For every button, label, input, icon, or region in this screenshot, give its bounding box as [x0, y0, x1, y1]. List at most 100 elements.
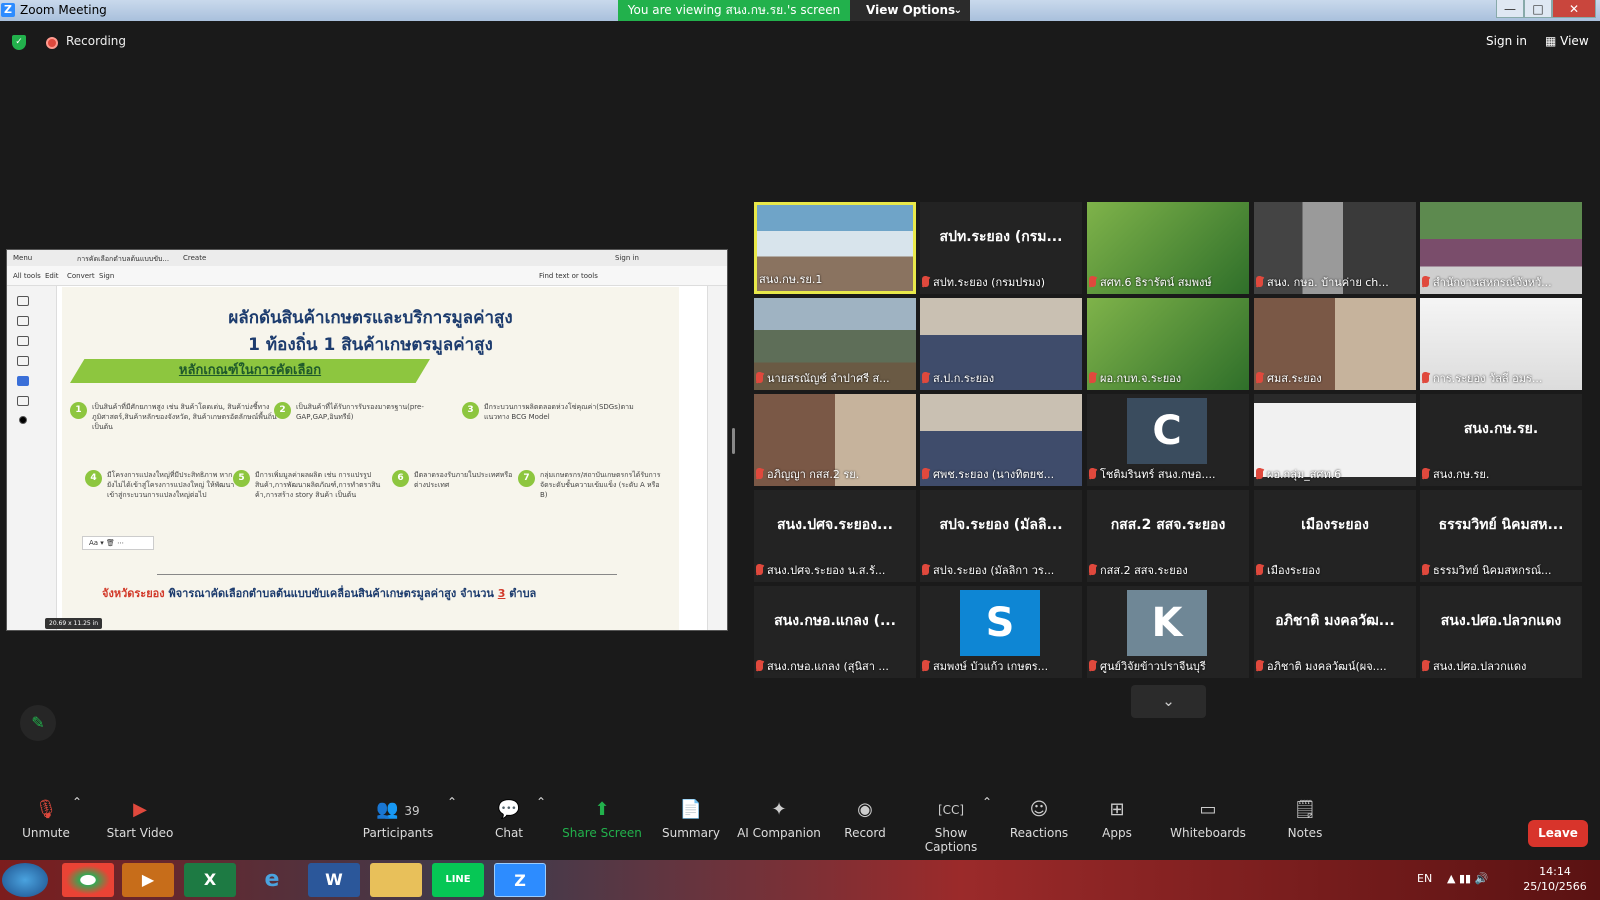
leave-button[interactable]: Leave — [1528, 820, 1588, 847]
chevron-down-icon[interactable]: ⌄ — [1131, 685, 1206, 718]
share-screen-label: Share Screen — [562, 826, 642, 840]
view-options-label: View Options — [866, 3, 956, 17]
mic-muted-icon — [922, 372, 929, 383]
ai-companion-button[interactable]: ✦ AI Companion — [736, 795, 822, 855]
participant-tile[interactable]: สนง.ปศอ.ปลวกแดง สนง.ปศอ.ปลวกแดง — [1420, 586, 1582, 678]
reactions-button[interactable]: ☺ Reactions — [1008, 795, 1070, 855]
summary-button[interactable]: 📄 Summary — [660, 795, 722, 855]
participant-tile[interactable]: อภิญญา กสส.2 รย. — [754, 394, 916, 486]
criteria-item: 7 กลุ่มเกษตรกร/สถาบันเกษตรกรได้รับการจัดร… — [518, 470, 665, 500]
participant-tile[interactable]: C โชติมรินทร์ สนง.กษอ.... — [1087, 394, 1249, 486]
clock[interactable]: 14:14 25/10/2566 — [1520, 864, 1590, 894]
mic-muted-icon — [1256, 276, 1263, 287]
chat-button[interactable]: 💬 Chat — [487, 795, 531, 855]
participant-tile[interactable]: ผอ.กบท.จ.ระยอง — [1087, 298, 1249, 390]
criteria-text: มีโครงการแปลงใหญ่ที่มีประสิทธิภาพ หากยัง… — [107, 471, 235, 499]
participant-tile[interactable]: สนง.กษอ.แกลง (... สนง.กษอ.แกลง (สุนิสา ..… — [754, 586, 916, 678]
apps-button[interactable]: ⊞ Apps — [1092, 795, 1142, 855]
maximize-button[interactable]: □ — [1524, 0, 1552, 18]
mic-muted-icon — [1089, 276, 1096, 287]
participant-display-name: กสส.2 สสจ.ระยอง — [1110, 517, 1226, 533]
participant-tile[interactable]: เมืองระยอง เมืองระยอง — [1254, 490, 1416, 582]
criteria-number: 2 — [274, 402, 291, 419]
avatar: S — [960, 590, 1040, 656]
participant-tile[interactable]: ส.ป.ก.ระยอง — [920, 298, 1082, 390]
chevron-up-icon[interactable]: ⌃ — [447, 795, 457, 809]
internet-explorer-icon[interactable]: e — [246, 863, 298, 897]
pdf-find: Find text or tools — [539, 272, 598, 280]
participant-tile[interactable]: สปจ.ระยอง (มัลลิ... สปจ.ระยอง (มัลลิกา วร… — [920, 490, 1082, 582]
participant-display-name: สปจ.ระยอง (มัลลิ... — [939, 517, 1063, 533]
participants-button[interactable]: 👥 39 Participants — [358, 795, 438, 855]
view-button[interactable]: ▦ View — [1545, 34, 1589, 48]
participant-tile[interactable]: สำนักงานสหกรณ์จังหวั... — [1420, 202, 1582, 294]
sign-in-link[interactable]: Sign in — [1486, 34, 1527, 48]
pdf-signin: Sign in — [615, 254, 639, 262]
participant-tile[interactable]: กสส.2 สสจ.ระยอง กสส.2 สสจ.ระยอง — [1087, 490, 1249, 582]
participant-tile[interactable]: ธรรมวิทย์ นิคมสห... ธรรมวิทย์ นิคมสหกรณ์.… — [1420, 490, 1582, 582]
chrome-icon[interactable] — [62, 863, 114, 897]
word-icon[interactable]: W — [308, 863, 360, 897]
mini-toolbar-text: Aa — [89, 539, 99, 547]
pdf-tab: การคัดเลือกตำบลต้นแบบขับ... — [77, 255, 170, 263]
chevron-up-icon[interactable]: ⌃ — [72, 795, 82, 809]
participant-name: ศูนย์วิจัยข้าวปราจีนบุรี — [1089, 659, 1247, 675]
media-player-icon[interactable]: ▶ — [122, 863, 174, 897]
criteria-number: 5 — [233, 470, 250, 487]
participant-tile[interactable]: สนง.กษ.รย. สนง.กษ.รย. — [1420, 394, 1582, 486]
whiteboard-icon: ▭ — [1199, 799, 1217, 820]
participant-tile[interactable]: อภิชาติ มงคลวัฒ... อภิชาติ มงคลวัฒน์(ผจ..… — [1254, 586, 1416, 678]
participant-tile[interactable]: ผอ.กลุ่ม_สศท.6 — [1254, 394, 1416, 486]
minimize-button[interactable]: — — [1496, 0, 1524, 18]
participant-tile[interactable]: S สมพงษ์ บัวแก้ว เกษตร... — [920, 586, 1082, 678]
chevron-up-icon[interactable]: ⌃ — [982, 795, 992, 809]
video-off-icon: ▶ — [133, 799, 147, 820]
criteria-number: 4 — [85, 470, 102, 487]
participant-name: อภิญญา กสส.2 รย. — [756, 467, 914, 483]
slide-title-2: 1 ท้องถิ่น 1 สินค้าเกษตรมูลค่าสูง — [248, 335, 493, 355]
comment-tool-icon — [17, 316, 29, 326]
excel-icon[interactable]: X — [184, 863, 236, 897]
shield-icon[interactable]: ✓ — [12, 35, 26, 50]
participant-tile[interactable]: สศท.6 ธิรารัตน์ สมพงษ์ — [1087, 202, 1249, 294]
file-explorer-icon[interactable] — [370, 863, 422, 897]
view-options-button[interactable]: View Options ⌄ — [850, 0, 970, 21]
unmute-button[interactable]: 🎙 Unmute — [15, 795, 77, 855]
participant-tile[interactable]: ศมส.ระยอง — [1254, 298, 1416, 390]
mic-muted-icon — [922, 276, 929, 287]
notes-button[interactable]: 🗒 Notes — [1280, 795, 1330, 855]
participant-tile[interactable]: K ศูนย์วิจัยข้าวปราจีนบุรี — [1087, 586, 1249, 678]
criteria-item: 5 มีการเพิ่มมูลค่าผลผลิต เช่น การแปรรูปสิ… — [233, 470, 390, 500]
system-tray[interactable]: ▲ ▮▮ 🔊 — [1447, 872, 1488, 885]
participant-tile[interactable]: สนง.ปศจ.ระยอง... สนง.ปศจ.ระยอง น.ส.รั... — [754, 490, 916, 582]
chevron-up-icon[interactable]: ⌃ — [536, 795, 546, 809]
participant-tile[interactable]: ศพช.ระยอง (นางทิตยช... — [920, 394, 1082, 486]
record-button[interactable]: ◉ Record — [840, 795, 890, 855]
criteria-text: มีการเพิ่มมูลค่าผลผลิต เช่น การแปรรูปสิน… — [255, 471, 381, 499]
zoom-task-icon[interactable]: Z — [494, 863, 546, 897]
start-video-button[interactable]: ▶ Start Video — [100, 795, 180, 855]
split-handle[interactable] — [732, 428, 735, 454]
language-indicator[interactable]: EN — [1417, 872, 1432, 885]
reactions-label: Reactions — [1009, 826, 1069, 840]
criteria-number: 6 — [392, 470, 409, 487]
close-button[interactable]: ✕ — [1552, 0, 1596, 18]
criteria-item: 4 มีโครงการแปลงใหญ่ที่มีประสิทธิภาพ หากยั… — [85, 470, 237, 500]
participant-name: ศพช.ระยอง (นางทิตยช... — [922, 467, 1080, 483]
participant-tile[interactable]: สปท.ระยอง (กรม... สปท.ระยอง (กรมปรมง) — [920, 202, 1082, 294]
criteria-text: กลุ่มเกษตรกร/สถาบันเกษตรกรได้รับการจัดระ… — [540, 471, 661, 499]
meeting-top-bar: ✓ Recording Sign in ▦ View — [0, 21, 1600, 61]
participant-name: กสส.2 สสจ.ระยอง — [1089, 563, 1247, 579]
mic-muted-icon — [1422, 660, 1429, 671]
share-screen-button[interactable]: ⬆ Share Screen — [560, 795, 644, 855]
participant-tile[interactable]: การ.ระยอง วัลลี่ อมร... — [1420, 298, 1582, 390]
line-icon[interactable]: LINE — [432, 863, 484, 897]
participant-name: สปท.ระยอง (กรมปรมง) — [922, 275, 1080, 291]
start-button[interactable] — [2, 863, 48, 897]
participant-tile[interactable]: สนง. กษอ. บ้านค่าย ch... — [1254, 202, 1416, 294]
annotate-pencil-icon[interactable]: ✎ — [20, 705, 56, 741]
participant-tile[interactable]: สนง.กษ.รย.1 — [754, 202, 916, 294]
select-tool-icon — [17, 296, 29, 306]
participant-tile[interactable]: นายสรณัญช์ จำปาศรี ส... — [754, 298, 916, 390]
whiteboards-button[interactable]: ▭ Whiteboards — [1168, 795, 1248, 855]
